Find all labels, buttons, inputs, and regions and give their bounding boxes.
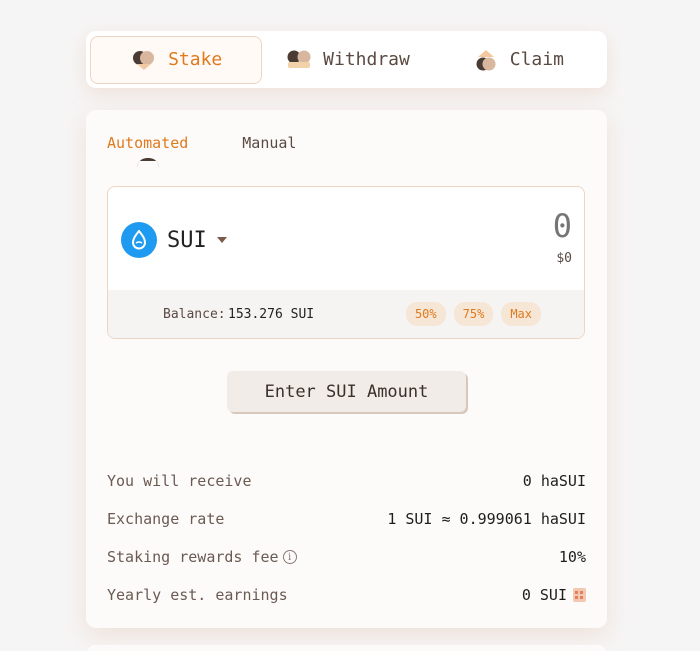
info-icon[interactable]: i	[282, 550, 297, 564]
sui-icon	[121, 222, 157, 258]
summary-label: Staking rewards fee i	[107, 548, 297, 566]
balance-value: 153.276 SUI	[228, 306, 315, 322]
stake-summary: You will receive 0 haSUI Exchange rate 1…	[107, 462, 586, 614]
mode-automated-label: Automated	[107, 134, 189, 152]
exchange-rate-value: 1 SUI ≈ 0.999061 haSUI	[387, 510, 586, 528]
summary-value: 1 SUI ≈ 0.999061 haSUI	[387, 510, 586, 528]
token-name: SUI	[167, 227, 207, 253]
balance-row: Balance: 153.276 SUI 50% 75% Max	[108, 290, 584, 338]
mode-automated[interactable]: Automated	[107, 134, 189, 168]
tab-withdraw[interactable]: Withdraw	[262, 36, 432, 84]
yearly-earnings-value: 0 SUI	[521, 586, 567, 604]
token-selector[interactable]: SUI	[121, 222, 227, 258]
receive-label: You will receive	[107, 472, 252, 490]
usd-value: $0	[556, 251, 572, 266]
fifty-percent-button[interactable]: 50%	[405, 302, 446, 326]
next-card-edge	[86, 645, 607, 651]
exchange-rate-label: Exchange rate	[107, 510, 225, 528]
tab-withdraw-label: Withdraw	[323, 49, 410, 70]
enter-amount-button[interactable]: Enter SUI Amount	[227, 371, 466, 412]
seventy-five-percent-button[interactable]: 75%	[453, 302, 494, 326]
summary-value: 0 haSUI	[523, 472, 586, 490]
summary-row-fee: Staking rewards fee i 10%	[107, 538, 586, 576]
summary-label: Yearly est. earnings	[107, 586, 288, 604]
yearly-earnings-label: Yearly est. earnings	[107, 586, 288, 604]
amount-input-box: SUI $0 Balance: 153.276 SUI 50% 75% Max	[107, 186, 585, 339]
stake-mode-tabs: Automated Manual	[107, 134, 296, 168]
receive-value: 0 haSUI	[522, 472, 586, 490]
fee-value: 10%	[558, 548, 586, 566]
withdraw-icon	[285, 48, 313, 72]
tab-stake-label: Stake	[168, 49, 223, 70]
tab-claim-label: Claim	[509, 49, 564, 70]
calculator-icon[interactable]	[573, 588, 586, 602]
percent-buttons: 50% 75% Max	[405, 302, 541, 326]
chevron-down-icon	[216, 237, 227, 243]
max-button[interactable]: Max	[501, 302, 541, 326]
claim-icon	[472, 48, 500, 72]
stake-icon	[130, 48, 158, 72]
tab-claim[interactable]: Claim	[433, 36, 603, 84]
balance-label: Balance:	[163, 306, 226, 322]
summary-value: 0 SUI	[522, 586, 586, 604]
fee-label: Staking rewards fee	[107, 548, 279, 566]
stake-card: Automated Manual SUI $0 Balance: 153.276…	[86, 110, 607, 628]
summary-row-yearly-earnings: Yearly est. earnings 0 SUI	[107, 576, 586, 614]
active-mode-indicator	[137, 158, 159, 168]
summary-label: Exchange rate	[107, 510, 224, 528]
mode-manual-label: Manual	[242, 134, 297, 152]
action-tab-bar: Stake Withdraw Claim	[86, 31, 607, 88]
summary-label: You will receive	[107, 472, 252, 490]
summary-value: 10%	[559, 548, 586, 566]
amount-input[interactable]	[372, 207, 572, 245]
tab-stake[interactable]: Stake	[90, 35, 263, 84]
summary-row-receive: You will receive 0 haSUI	[107, 462, 586, 500]
summary-row-exchange-rate: Exchange rate 1 SUI ≈ 0.999061 haSUI	[107, 500, 586, 538]
mode-manual[interactable]: Manual	[242, 134, 296, 152]
